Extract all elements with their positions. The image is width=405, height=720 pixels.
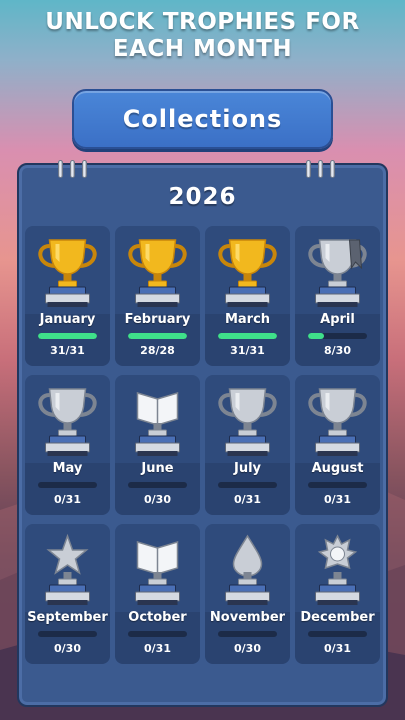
- month-name: July: [233, 461, 262, 476]
- progress-count: 31/31: [50, 344, 85, 357]
- progress-bar: [38, 631, 97, 637]
- progress-bar: [218, 631, 277, 637]
- progress-bar: [218, 482, 277, 488]
- collections-button[interactable]: Collections: [72, 89, 333, 149]
- year-title: 2026: [168, 184, 237, 210]
- crown-trophy-icon: [295, 526, 380, 610]
- cup-trophy-icon: [205, 228, 290, 312]
- month-card-may[interactable]: May 0/31: [25, 375, 110, 515]
- month-trophy-grid: January 31/31 February 28/28 March 31/31 Ap…: [25, 226, 381, 664]
- star-trophy-icon: [25, 526, 110, 610]
- progress-count: 0/30: [144, 493, 171, 506]
- cup-trophy-icon: [25, 377, 110, 461]
- month-name: September: [27, 610, 108, 625]
- binder-ring: [306, 160, 311, 178]
- ribbon-cup-trophy-icon: [295, 228, 380, 312]
- cup-trophy-icon: [205, 377, 290, 461]
- month-card-february[interactable]: February 28/28: [115, 226, 200, 366]
- progress-count: 28/28: [140, 344, 175, 357]
- month-card-april[interactable]: April 8/30: [295, 226, 380, 366]
- progress-bar: [38, 482, 97, 488]
- binder-ring: [70, 160, 75, 178]
- progress-bar: [128, 482, 187, 488]
- progress-count: 0/30: [54, 642, 81, 655]
- month-card-october[interactable]: October 0/31: [115, 524, 200, 664]
- cup-trophy-icon: [295, 377, 380, 461]
- binder-ring: [330, 160, 335, 178]
- binder-rings-right: [306, 160, 335, 178]
- month-name: January: [39, 312, 96, 327]
- month-name: June: [141, 461, 174, 476]
- progress-count: 0/31: [54, 493, 81, 506]
- promo-header: UNLOCK TROPHIES FOR EACH MONTH: [0, 0, 405, 72]
- month-name: October: [128, 610, 187, 625]
- progress-bar: [308, 631, 367, 637]
- binder-rings-left: [58, 160, 87, 178]
- progress-fill: [38, 333, 97, 339]
- month-name: November: [209, 610, 286, 625]
- month-name: March: [224, 312, 271, 327]
- month-card-november[interactable]: November 0/30: [205, 524, 290, 664]
- month-name: August: [311, 461, 364, 476]
- binder-ring: [82, 160, 87, 178]
- month-card-september[interactable]: September 0/30: [25, 524, 110, 664]
- progress-count: 0/31: [234, 493, 261, 506]
- binder-ring: [318, 160, 323, 178]
- progress-count: 0/30: [234, 642, 261, 655]
- progress-bar: [38, 333, 97, 339]
- progress-fill: [128, 333, 187, 339]
- progress-count: 0/31: [144, 642, 171, 655]
- month-card-march[interactable]: March 31/31: [205, 226, 290, 366]
- drop-trophy-icon: [205, 526, 290, 610]
- month-name: May: [52, 461, 83, 476]
- progress-fill: [218, 333, 277, 339]
- progress-bar: [128, 631, 187, 637]
- cup-trophy-icon: [25, 228, 110, 312]
- month-name: April: [320, 312, 355, 327]
- month-card-december[interactable]: December 0/31: [295, 524, 380, 664]
- progress-bar: [308, 333, 367, 339]
- month-card-june[interactable]: June 0/30: [115, 375, 200, 515]
- progress-bar: [128, 333, 187, 339]
- progress-count: 8/30: [324, 344, 351, 357]
- binder-ring: [58, 160, 63, 178]
- open-book-trophy-icon: [115, 526, 200, 610]
- progress-bar: [218, 333, 277, 339]
- progress-fill: [308, 333, 324, 339]
- book-trophy-icon: [115, 377, 200, 461]
- header-line-1: UNLOCK TROPHIES FOR: [45, 9, 360, 35]
- month-card-january[interactable]: January 31/31: [25, 226, 110, 366]
- progress-count: 0/31: [324, 642, 351, 655]
- cup-trophy-icon: [115, 228, 200, 312]
- header-line-2: EACH MONTH: [112, 36, 293, 62]
- month-card-july[interactable]: July 0/31: [205, 375, 290, 515]
- progress-bar: [308, 482, 367, 488]
- progress-count: 0/31: [324, 493, 351, 506]
- progress-count: 31/31: [230, 344, 265, 357]
- month-name: February: [124, 312, 191, 327]
- month-card-august[interactable]: August 0/31: [295, 375, 380, 515]
- month-name: December: [300, 610, 375, 625]
